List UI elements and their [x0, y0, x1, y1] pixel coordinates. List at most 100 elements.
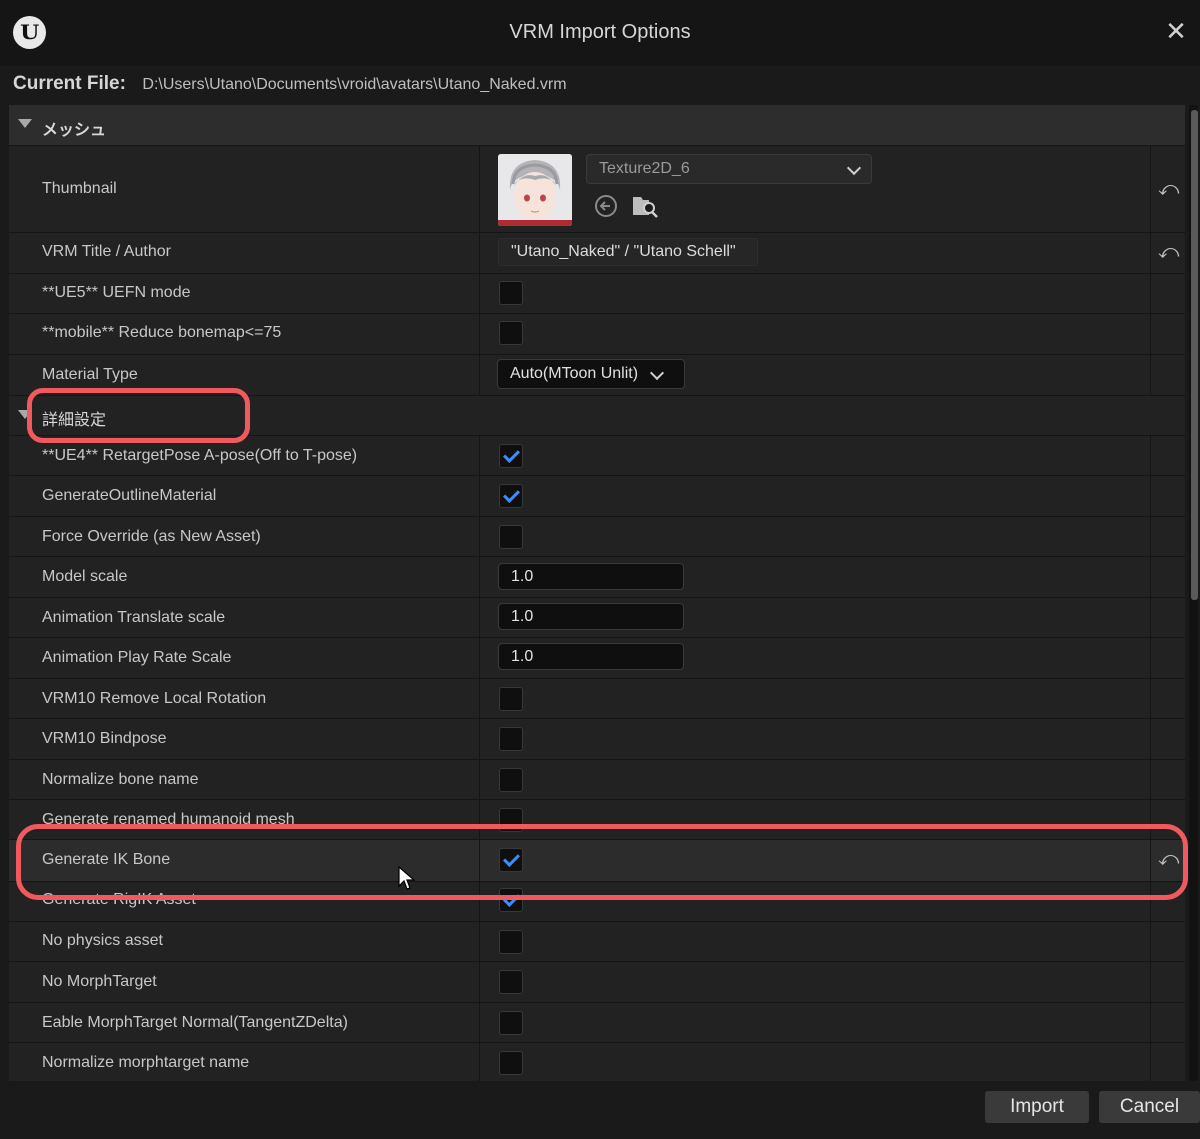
- category-mesh[interactable]: メッシュ: [9, 105, 1185, 146]
- row-option2-4: Generate IK Bone ⤺: [9, 840, 1185, 882]
- title-author-field[interactable]: "Utano_Naked" / "Utano Schell": [498, 238, 758, 266]
- scrollbar-thumb[interactable]: [1191, 110, 1198, 600]
- thumbnail-label: Thumbnail: [42, 180, 117, 197]
- column-divider-right: [1150, 476, 1151, 516]
- row-thumbnail: Thumbnail Texture2D_6 ⤺: [9, 146, 1185, 233]
- option-label: GenerateOutlineMaterial: [42, 487, 217, 504]
- column-divider-right: [1150, 719, 1151, 759]
- generate-rigik-checkbox[interactable]: [499, 888, 523, 912]
- uefn-mode-checkbox[interactable]: [499, 281, 523, 305]
- category-advanced-title: 詳細設定: [42, 412, 107, 429]
- no-physics-checkbox[interactable]: [499, 930, 523, 954]
- current-file-label: Current File:: [13, 73, 126, 94]
- column-divider-right: [1150, 922, 1151, 961]
- column-divider: [479, 719, 480, 759]
- option-label: VRM10 Bindpose: [42, 730, 167, 747]
- column-divider: [479, 355, 480, 395]
- column-divider-right: [1150, 962, 1151, 1002]
- title-author-label: VRM Title / Author: [42, 243, 171, 260]
- category-advanced[interactable]: 詳細設定: [9, 396, 1185, 436]
- browse-folder-icon[interactable]: [631, 193, 659, 219]
- column-divider: [479, 233, 480, 273]
- scale-label: Animation Translate scale: [42, 609, 226, 626]
- column-divider-right: [1150, 557, 1151, 597]
- current-file-path: D:\Users\Utano\Documents\vroid\avatars\U…: [142, 76, 567, 93]
- option-label: Generate RigIK Asset: [42, 891, 196, 908]
- mouse-cursor-icon: [398, 865, 416, 892]
- cancel-button[interactable]: Cancel: [1099, 1091, 1200, 1123]
- bindpose-checkbox[interactable]: [499, 727, 523, 751]
- column-divider: [479, 274, 480, 313]
- category-mesh-title: メッシュ: [42, 122, 107, 139]
- column-divider-right: [1150, 517, 1151, 556]
- column-divider-right: [1150, 882, 1151, 921]
- morphtarget-normal-checkbox[interactable]: [499, 1011, 523, 1035]
- import-options-dialog: U VRM Import Options ✕ Current File: D:\…: [0, 0, 1200, 1139]
- normalize-bone-name-checkbox[interactable]: [499, 768, 523, 792]
- option-label: Normalize morphtarget name: [42, 1054, 250, 1071]
- close-icon[interactable]: ✕: [1164, 18, 1188, 44]
- row-title-author: VRM Title / Author "Utano_Naked" / "Utan…: [9, 233, 1185, 274]
- column-divider: [479, 517, 480, 556]
- option-label: No physics asset: [42, 932, 163, 949]
- outline-material-checkbox[interactable]: [499, 484, 523, 508]
- no-morphtarget-checkbox[interactable]: [499, 970, 523, 994]
- current-file: Current File: D:\Users\Utano\Documents\v…: [13, 70, 567, 98]
- column-divider: [479, 882, 480, 921]
- column-divider: [479, 557, 480, 597]
- row-option2-8: Eable MorphTarget Normal(TangentZDelta): [9, 1003, 1185, 1043]
- reduce-bonemap-checkbox[interactable]: [499, 321, 523, 345]
- material-type-value: Auto(MToon Unlit): [510, 365, 639, 382]
- column-divider-right: [1150, 233, 1151, 273]
- row-option2-9: Normalize morphtarget name: [9, 1043, 1185, 1081]
- column-divider-right: [1150, 1003, 1151, 1042]
- reset-icon[interactable]: ⤺: [1158, 848, 1179, 871]
- remove-local-rotation-checkbox[interactable]: [499, 687, 523, 711]
- material-type-dropdown[interactable]: Auto(MToon Unlit): [497, 359, 685, 389]
- thumbnail-image[interactable]: [498, 154, 572, 226]
- model-scale-input[interactable]: 1.0: [498, 563, 684, 590]
- dialog-title: VRM Import Options: [509, 21, 691, 43]
- reset-icon[interactable]: ⤺: [1158, 178, 1179, 201]
- chevron-down-icon: [649, 365, 665, 381]
- normalize-morphtarget-checkbox[interactable]: [499, 1051, 523, 1075]
- renamed-humanoid-mesh-checkbox[interactable]: [499, 808, 523, 832]
- column-divider: [479, 679, 480, 718]
- column-divider-right: [1150, 638, 1151, 678]
- scale-label: Animation Play Rate Scale: [42, 649, 232, 666]
- row-option-2: Force Override (as New Asset): [9, 517, 1185, 557]
- column-divider: [479, 922, 480, 961]
- column-divider-right: [1150, 1043, 1151, 1081]
- option-label: Force Override (as New Asset): [42, 528, 261, 545]
- import-button[interactable]: Import: [985, 1091, 1089, 1123]
- column-divider: [479, 638, 480, 678]
- column-divider-right: [1150, 840, 1151, 881]
- reset-icon[interactable]: ⤺: [1158, 241, 1179, 264]
- column-divider: [479, 436, 480, 475]
- row-reduce-bonemap: **mobile** Reduce bonemap<=75: [9, 314, 1185, 355]
- column-divider-right: [1150, 679, 1151, 718]
- column-divider: [479, 800, 480, 839]
- column-divider-right: [1150, 598, 1151, 637]
- row-option-0: **UE4** RetargetPose A-pose(Off to T-pos…: [9, 436, 1185, 476]
- use-selected-arrow-icon[interactable]: [594, 194, 618, 218]
- force-override-checkbox[interactable]: [499, 525, 523, 549]
- column-divider: [479, 476, 480, 516]
- retarget-pose-checkbox[interactable]: [499, 444, 523, 468]
- option-label: Generate renamed humanoid mesh: [42, 811, 295, 828]
- row-option2-3: Generate renamed humanoid mesh: [9, 800, 1185, 840]
- column-divider: [479, 840, 480, 881]
- row-model-scale: Model scale 1.0: [9, 557, 1185, 598]
- column-divider-right: [1150, 436, 1151, 475]
- texture-value: Texture2D_6: [599, 160, 690, 177]
- generate-ik-bone-checkbox[interactable]: [499, 848, 523, 872]
- translate-scale-input[interactable]: 1.0: [498, 603, 684, 630]
- collapse-arrow-icon[interactable]: [18, 410, 32, 419]
- row-option2-5: Generate RigIK Asset: [9, 882, 1185, 922]
- reduce-bonemap-label: **mobile** Reduce bonemap<=75: [42, 324, 282, 341]
- collapse-arrow-icon[interactable]: [18, 119, 32, 128]
- texture-dropdown[interactable]: Texture2D_6: [586, 154, 872, 184]
- row-option2-6: No physics asset: [9, 922, 1185, 962]
- play-rate-scale-input[interactable]: 1.0: [498, 643, 684, 670]
- row-option-1: GenerateOutlineMaterial: [9, 476, 1185, 517]
